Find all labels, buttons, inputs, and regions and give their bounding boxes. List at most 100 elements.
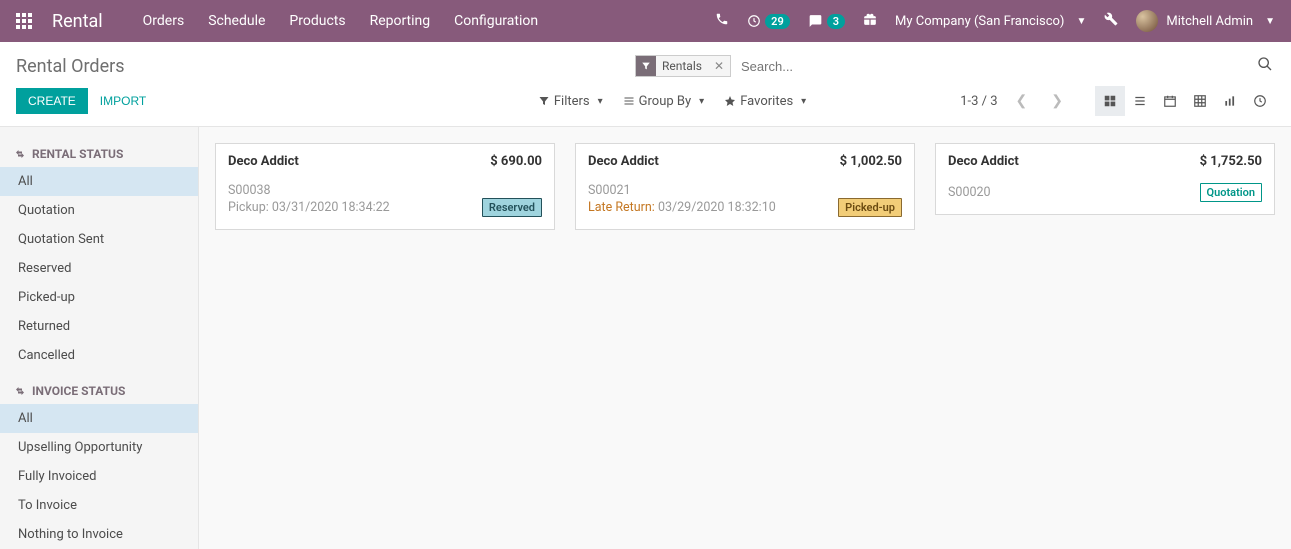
chevron-down-icon: ▼ xyxy=(1265,16,1275,27)
gift-icon[interactable] xyxy=(863,12,877,30)
sidebar-item-reserved[interactable]: Reserved xyxy=(0,254,198,283)
kanban-content: Deco Addict $ 690.00 S00038 Pickup: 03/3… xyxy=(199,127,1291,549)
card-details: S00020 xyxy=(948,185,991,202)
user-menu[interactable]: Mitchell Admin ▼ xyxy=(1136,10,1275,32)
favorites-label: Favorites xyxy=(740,94,793,109)
company-switcher[interactable]: My Company (San Francisco) ▼ xyxy=(895,14,1086,29)
view-kanban[interactable] xyxy=(1095,86,1125,116)
status-badge: Quotation xyxy=(1200,183,1262,202)
sidebar-item-picked-up[interactable]: Picked-up xyxy=(0,283,198,312)
activity-indicator[interactable]: 29 xyxy=(747,14,790,29)
chevron-down-icon: ▾ xyxy=(801,96,806,107)
control-panel: Rental Orders Rentals ✕ Create Import Fi… xyxy=(0,42,1291,127)
search-area: Rentals ✕ xyxy=(635,52,1275,80)
sidebar-item-upselling[interactable]: Upselling Opportunity xyxy=(0,433,198,462)
sidebar-item-invoice-all[interactable]: All xyxy=(0,404,198,433)
spacer xyxy=(0,370,198,378)
page-title: Rental Orders xyxy=(16,56,125,77)
app-brand[interactable]: Rental xyxy=(52,11,103,32)
card-order: S00020 xyxy=(948,185,991,202)
card-detail-date: 03/31/2020 18:34:22 xyxy=(272,200,390,215)
card-customer: Deco Addict xyxy=(948,154,1019,169)
pager-next[interactable]: ❯ xyxy=(1045,91,1069,111)
status-badge: Reserved xyxy=(482,198,542,217)
sidebar: Rental Status All Quotation Quotation Se… xyxy=(0,127,199,549)
card-customer: Deco Addict xyxy=(228,154,299,169)
card-order: S00021 xyxy=(588,183,776,200)
phone-icon[interactable] xyxy=(715,12,729,30)
card-details: S00021 Late Return: 03/29/2020 18:32:10 xyxy=(588,183,776,217)
topbar: Rental Orders Schedule Products Reportin… xyxy=(0,0,1291,42)
chevron-down-icon: ▼ xyxy=(1076,16,1086,27)
sidebar-item-fully-invoiced[interactable]: Fully Invoiced xyxy=(0,462,198,491)
sidebar-header-label: Rental Status xyxy=(32,147,123,161)
search-facet: Rentals ✕ xyxy=(635,55,731,77)
card-detail-label: Pickup: xyxy=(228,200,269,215)
search-options: Filters ▾ Group By ▾ Favorites ▾ 1-3 / 3… xyxy=(532,86,1275,116)
chevron-down-icon: ▾ xyxy=(598,96,603,107)
company-name: My Company (San Francisco) xyxy=(895,14,1064,29)
apps-icon[interactable] xyxy=(16,13,32,29)
sidebar-section: Rental Status All Quotation Quotation Se… xyxy=(0,141,198,370)
sidebar-item-all[interactable]: All xyxy=(0,167,198,196)
card-order: S00038 xyxy=(228,183,390,200)
pager-text: 1-3 / 3 xyxy=(960,94,997,109)
close-icon[interactable]: ✕ xyxy=(708,59,730,73)
sidebar-item-quotation-sent[interactable]: Quotation Sent xyxy=(0,225,198,254)
sidebar-section: Invoice Status All Upselling Opportunity… xyxy=(0,378,198,549)
card-amount: $ 690.00 xyxy=(490,154,542,169)
pager: 1-3 / 3 ❮ ❯ xyxy=(960,91,1069,111)
main: Rental Status All Quotation Quotation Se… xyxy=(0,127,1291,549)
groupby-label: Group By xyxy=(639,94,692,109)
sidebar-item-nothing-to-invoice[interactable]: Nothing to Invoice xyxy=(0,520,198,549)
sidebar-item-quotation[interactable]: Quotation xyxy=(0,196,198,225)
sidebar-header-label: Invoice Status xyxy=(32,384,125,398)
card-customer: Deco Addict xyxy=(588,154,659,169)
card-detail-label: Late Return: xyxy=(588,200,655,215)
view-pivot[interactable] xyxy=(1185,86,1215,116)
sidebar-item-to-invoice[interactable]: To Invoice xyxy=(0,491,198,520)
sidebar-header-invoice-status[interactable]: Invoice Status xyxy=(0,378,198,404)
create-button[interactable]: Create xyxy=(16,88,88,114)
messages-indicator[interactable]: 3 xyxy=(808,14,845,29)
sidebar-item-cancelled[interactable]: Cancelled xyxy=(0,341,198,370)
top-menu: Orders Schedule Products Reporting Confi… xyxy=(143,13,538,29)
card-detail-date: 03/29/2020 18:32:10 xyxy=(658,200,776,215)
menu-reporting[interactable]: Reporting xyxy=(370,13,431,29)
pager-prev[interactable]: ❮ xyxy=(1010,91,1034,111)
facet-label: Rentals xyxy=(656,59,708,73)
view-list[interactable] xyxy=(1125,86,1155,116)
activity-count: 29 xyxy=(765,14,790,29)
card-amount: $ 1,002.50 xyxy=(840,154,902,169)
chevron-down-icon: ▾ xyxy=(699,96,704,107)
kanban-card[interactable]: Deco Addict $ 690.00 S00038 Pickup: 03/3… xyxy=(215,143,555,230)
card-amount: $ 1,752.50 xyxy=(1200,154,1262,169)
groupby-button[interactable]: Group By ▾ xyxy=(617,90,711,113)
kanban-card[interactable]: Deco Addict $ 1,752.50 S00020 Quotation xyxy=(935,143,1275,215)
menu-orders[interactable]: Orders xyxy=(143,13,185,29)
kanban-card[interactable]: Deco Addict $ 1,002.50 S00021 Late Retur… xyxy=(575,143,915,230)
menu-schedule[interactable]: Schedule xyxy=(208,13,265,29)
card-details: S00038 Pickup: 03/31/2020 18:34:22 xyxy=(228,183,390,217)
user-name: Mitchell Admin xyxy=(1166,14,1253,29)
search-input[interactable] xyxy=(737,55,1249,78)
filter-icon xyxy=(636,56,656,76)
view-switcher xyxy=(1095,86,1275,116)
sidebar-item-returned[interactable]: Returned xyxy=(0,312,198,341)
favorites-button[interactable]: Favorites ▾ xyxy=(718,90,812,113)
import-button[interactable]: Import xyxy=(88,88,158,114)
view-calendar[interactable] xyxy=(1155,86,1185,116)
sidebar-header-rental-status[interactable]: Rental Status xyxy=(0,141,198,167)
view-activity[interactable] xyxy=(1245,86,1275,116)
filters-button[interactable]: Filters ▾ xyxy=(532,90,609,113)
status-badge: Picked-up xyxy=(838,198,902,217)
debug-icon[interactable] xyxy=(1104,12,1118,30)
avatar xyxy=(1136,10,1158,32)
messages-count: 3 xyxy=(827,14,845,29)
search-icon[interactable] xyxy=(1249,52,1275,80)
filters-label: Filters xyxy=(554,94,590,109)
topbar-right: 29 3 My Company (San Francisco) ▼ Mitche… xyxy=(715,10,1275,32)
view-graph[interactable] xyxy=(1215,86,1245,116)
menu-products[interactable]: Products xyxy=(289,13,345,29)
menu-configuration[interactable]: Configuration xyxy=(454,13,538,29)
